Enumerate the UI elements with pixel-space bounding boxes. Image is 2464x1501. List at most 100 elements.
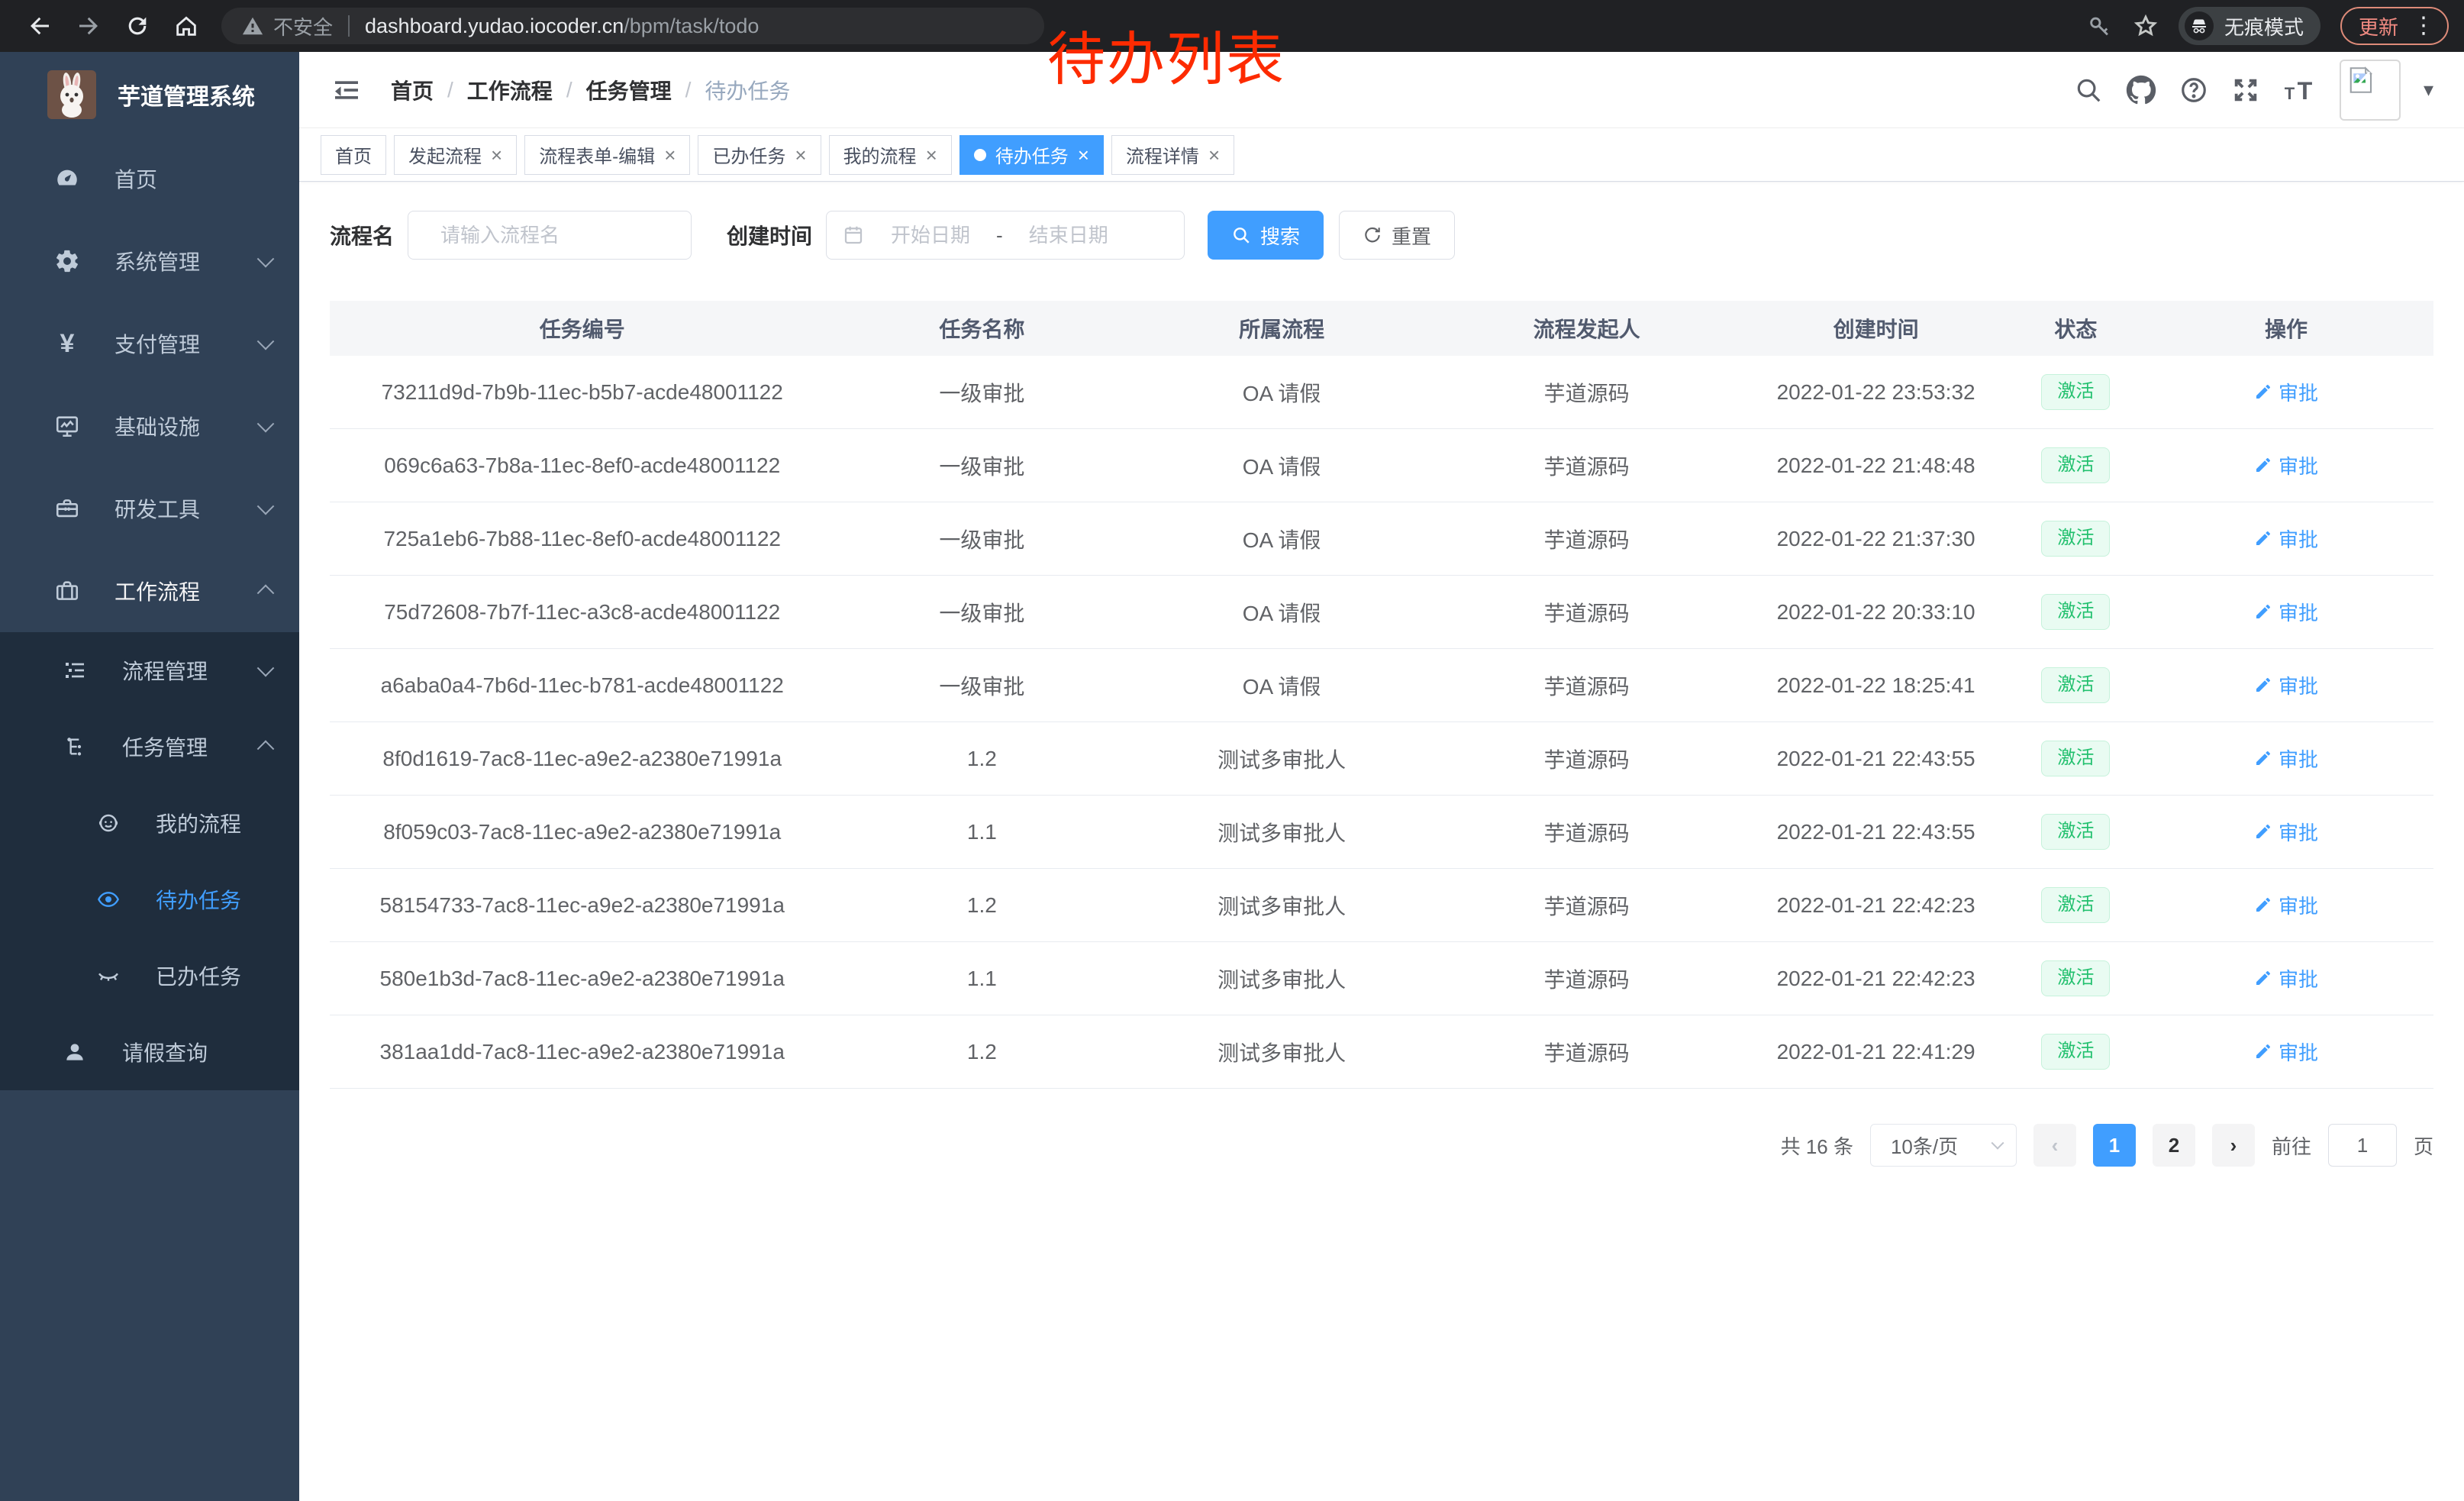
start-date-input[interactable] xyxy=(869,224,992,247)
url-path[interactable]: /bpm/task/todo xyxy=(624,15,759,38)
app-logo-row[interactable]: 芋道管理系统 xyxy=(0,52,299,137)
task-name: 一级审批 xyxy=(834,450,1129,481)
sidebar-item-workflow[interactable]: 工作流程 xyxy=(0,550,299,632)
bookmark-star-icon[interactable] xyxy=(2133,13,2159,39)
table-row: 381aa1dd-7ac8-11ec-a9e2-a2380e71991a 1.2… xyxy=(330,1015,2433,1089)
browser-back-icon[interactable] xyxy=(15,8,64,44)
browser-update-button[interactable]: 更新 ⋮ xyxy=(2340,7,2449,45)
tab-done-tasks[interactable]: 已办任务 × xyxy=(698,135,821,175)
task-create-time: 2022-01-21 22:43:55 xyxy=(1739,820,2012,844)
tab-todo-tasks[interactable]: 待办任务 × xyxy=(959,135,1104,175)
approve-link[interactable]: 审批 xyxy=(2254,451,2318,479)
update-label[interactable]: 更新 xyxy=(2359,12,2398,40)
task-process: 测试多审批人 xyxy=(1129,817,1434,847)
security-label[interactable]: 不安全 xyxy=(273,12,333,40)
tab-start-process[interactable]: 发起流程 × xyxy=(394,135,517,175)
table-row: 069c6a63-7b8a-11ec-8ef0-acde48001122 一级审… xyxy=(330,429,2433,502)
sidebar-collapse-icon[interactable] xyxy=(325,69,368,111)
chevron-down-icon xyxy=(257,660,275,677)
browser-reload-icon[interactable] xyxy=(113,8,162,44)
table-row: 580e1b3d-7ac8-11ec-a9e2-a2380e71991a 1.1… xyxy=(330,942,2433,1015)
sidebar-item-devtools[interactable]: 研发工具 xyxy=(0,467,299,550)
dashboard-icon xyxy=(53,166,81,192)
fullscreen-icon[interactable] xyxy=(2231,76,2260,105)
status-badge: 激活 xyxy=(2041,960,2110,996)
close-icon[interactable]: × xyxy=(664,145,676,165)
address-bar[interactable]: 不安全 dashboard.yudao.iocoder.cn /bpm/task… xyxy=(221,8,1044,44)
task-process: OA 请假 xyxy=(1129,524,1434,554)
task-starter: 芋道源码 xyxy=(1434,597,1740,628)
sidebar-item-leave-query[interactable]: 请假查询 xyxy=(0,1014,299,1090)
status-badge: 激活 xyxy=(2041,594,2110,630)
approve-link[interactable]: 审批 xyxy=(2254,964,2318,993)
sidebar-item-home[interactable]: 首页 xyxy=(0,137,299,220)
task-process: 测试多审批人 xyxy=(1129,1037,1434,1067)
task-id: 381aa1dd-7ac8-11ec-a9e2-a2380e71991a xyxy=(330,1040,834,1064)
goto-label: 前往 xyxy=(2272,1131,2311,1160)
sidebar-item-process-mgmt[interactable]: 流程管理 xyxy=(0,632,299,709)
date-range-picker[interactable]: - xyxy=(826,211,1185,260)
eye-icon xyxy=(95,887,122,912)
close-icon[interactable]: × xyxy=(795,145,806,165)
page-size-select[interactable]: 10条/页 xyxy=(1870,1124,2017,1167)
close-icon[interactable]: × xyxy=(1078,145,1089,165)
approve-link[interactable]: 审批 xyxy=(2254,378,2318,406)
close-icon[interactable]: × xyxy=(491,145,502,165)
avatar-caret-icon[interactable]: ▾ xyxy=(2424,78,2433,102)
url-host[interactable]: dashboard.yudao.iocoder.cn xyxy=(365,15,624,38)
font-size-icon[interactable]: TT xyxy=(2283,76,2317,105)
sidebar-item-system[interactable]: 系统管理 xyxy=(0,220,299,302)
tab-form-edit[interactable]: 流程表单-编辑 × xyxy=(524,135,690,175)
column-header: 操作 xyxy=(2139,313,2433,344)
browser-forward-icon[interactable] xyxy=(64,8,113,44)
breadcrumb-task-mgmt[interactable]: 任务管理 xyxy=(586,75,672,105)
tab-home[interactable]: 首页 xyxy=(321,135,386,175)
breadcrumb-home[interactable]: 首页 xyxy=(391,75,434,105)
next-page-button[interactable]: › xyxy=(2212,1124,2255,1167)
search-button[interactable]: 搜索 xyxy=(1208,211,1324,260)
page-button-1[interactable]: 1 xyxy=(2093,1124,2136,1167)
page-button-2[interactable]: 2 xyxy=(2153,1124,2195,1167)
sidebar-item-payment[interactable]: ¥ 支付管理 xyxy=(0,302,299,385)
close-icon[interactable]: × xyxy=(1208,145,1220,165)
approve-label: 审批 xyxy=(2279,378,2318,406)
red-annotation-text: 待办列表 xyxy=(1047,12,1285,96)
process-name-input[interactable] xyxy=(422,224,691,247)
task-id: 8f0d1619-7ac8-11ec-a9e2-a2380e71991a xyxy=(330,747,834,771)
close-icon[interactable]: × xyxy=(926,145,937,165)
approve-link[interactable]: 审批 xyxy=(2254,818,2318,846)
approve-link[interactable]: 审批 xyxy=(2254,671,2318,699)
sidebar-item-infra[interactable]: 基础设施 xyxy=(0,385,299,467)
approve-link[interactable]: 审批 xyxy=(2254,598,2318,626)
reset-button[interactable]: 重置 xyxy=(1339,211,1455,260)
end-date-input[interactable] xyxy=(1008,224,1130,247)
prev-page-button[interactable]: ‹ xyxy=(2033,1124,2076,1167)
status-badge: 激活 xyxy=(2041,521,2110,557)
github-icon[interactable] xyxy=(2126,75,2156,105)
approve-link[interactable]: 审批 xyxy=(2254,891,2318,919)
status-badge: 激活 xyxy=(2041,374,2110,410)
logo-image xyxy=(47,70,96,119)
help-icon[interactable] xyxy=(2179,76,2208,105)
sidebar-item-my-process[interactable]: 我的流程 xyxy=(0,785,299,861)
status-badge: 激活 xyxy=(2041,667,2110,703)
task-id: 580e1b3d-7ac8-11ec-a9e2-a2380e71991a xyxy=(330,967,834,991)
sidebar-item-label: 流程管理 xyxy=(122,655,260,686)
tab-my-process[interactable]: 我的流程 × xyxy=(829,135,952,175)
task-create-time: 2022-01-21 22:43:55 xyxy=(1739,747,2012,771)
tab-process-detail[interactable]: 流程详情 × xyxy=(1111,135,1234,175)
browser-menu-icon[interactable]: ⋮ xyxy=(2412,15,2435,37)
approve-link[interactable]: 审批 xyxy=(2254,744,2318,773)
sidebar-item-done-tasks[interactable]: 已办任务 xyxy=(0,938,299,1014)
search-icon[interactable] xyxy=(2074,76,2103,105)
approve-link[interactable]: 审批 xyxy=(2254,525,2318,553)
task-id: 58154733-7ac8-11ec-a9e2-a2380e71991a xyxy=(330,893,834,918)
approve-link[interactable]: 审批 xyxy=(2254,1038,2318,1066)
browser-home-icon[interactable] xyxy=(162,8,211,44)
goto-page-input[interactable] xyxy=(2328,1124,2397,1167)
avatar[interactable] xyxy=(2340,60,2401,121)
password-key-icon[interactable] xyxy=(2087,13,2113,39)
breadcrumb-workflow[interactable]: 工作流程 xyxy=(467,75,553,105)
sidebar-item-task-mgmt[interactable]: 任务管理 xyxy=(0,709,299,785)
sidebar-item-todo-tasks[interactable]: 待办任务 xyxy=(0,861,299,938)
